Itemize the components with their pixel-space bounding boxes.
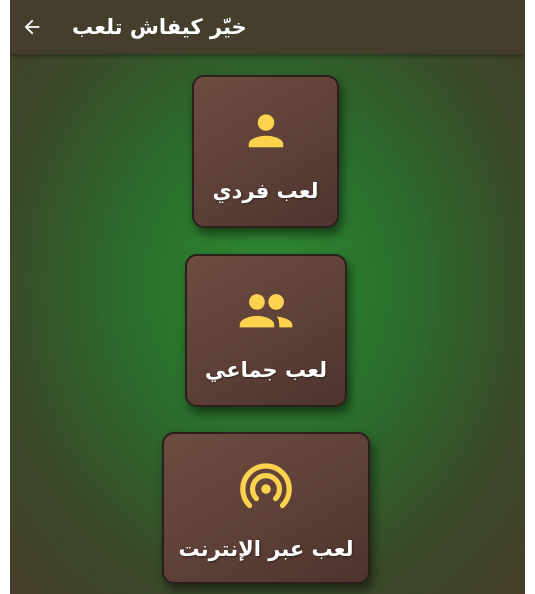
single-player-button[interactable]: لعب فردي <box>192 75 339 228</box>
online-signal-icon <box>240 463 292 509</box>
page-title: خيّر كيفاش تلعب <box>72 15 247 39</box>
arrow-back-icon <box>24 19 40 35</box>
single-player-label: لعب فردي <box>212 179 319 203</box>
online-play-button[interactable]: لعب عبر الإنترنت <box>162 432 370 584</box>
multiplayer-label: لعب جماعي <box>205 358 327 382</box>
multiplayer-button[interactable]: لعب جماعي <box>185 254 347 407</box>
group-icon <box>239 294 293 328</box>
app-bar: خيّر كيفاش تلعب <box>10 0 525 54</box>
back-button[interactable] <box>14 9 50 45</box>
online-play-label: لعب عبر الإنترنت <box>178 537 354 561</box>
app-screen: خيّر كيفاش تلعب لعب فردي لعب جماعي لعب ع… <box>10 0 525 594</box>
person-icon <box>248 114 283 148</box>
